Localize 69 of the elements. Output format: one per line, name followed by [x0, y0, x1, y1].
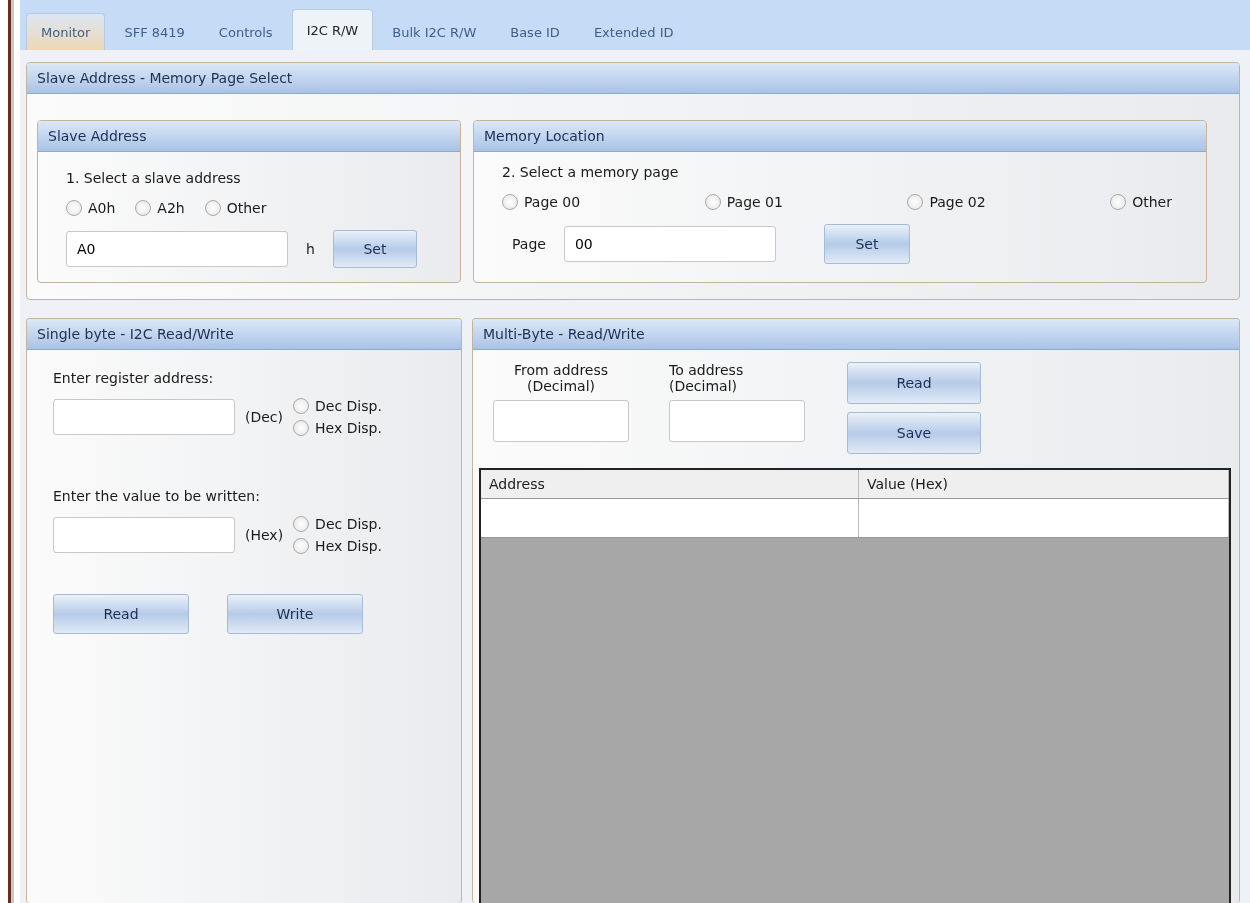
- radio-label: Dec Disp.: [315, 398, 382, 414]
- group-header: Single byte - I2C Read/Write: [27, 319, 461, 350]
- radio-label: A2h: [157, 200, 185, 216]
- field-label: Enter register address:: [53, 370, 215, 386]
- set-button[interactable]: Set: [823, 224, 910, 264]
- read-button[interactable]: Read: [847, 362, 981, 404]
- radio-label: Page 00: [524, 194, 581, 210]
- instruction-text: 1. Select a slave address: [66, 170, 242, 186]
- radio-circle[interactable]: [293, 538, 310, 554]
- radio-button[interactable]: A0h: [66, 200, 116, 216]
- from-address-field[interactable]: [493, 400, 629, 442]
- radio-label: Dec Disp.: [315, 516, 382, 532]
- group-header: Multi-Byte - Read/Write: [473, 319, 1239, 350]
- radio-button[interactable]: Other: [1110, 194, 1172, 210]
- radio-button[interactable]: A2h: [135, 200, 185, 216]
- radio-button[interactable]: Page 00: [502, 194, 581, 210]
- radio-circle[interactable]: [204, 200, 221, 216]
- radio-circle[interactable]: [293, 398, 309, 414]
- group-header: Memory Location: [474, 121, 1206, 152]
- unit-label: (Hex): [245, 527, 284, 543]
- radio-circle[interactable]: [502, 194, 518, 210]
- radio-button[interactable]: Hex Disp.: [293, 538, 383, 554]
- address-field[interactable]: A0: [66, 231, 288, 267]
- radio-label: A0h: [88, 200, 116, 216]
- field-label: Page: [512, 236, 546, 252]
- tab[interactable]: SFF 8419: [109, 13, 200, 50]
- field-label: From address (Decimal): [512, 362, 610, 394]
- field-label: Enter the value to be written:: [53, 488, 261, 504]
- radio-button[interactable]: Other: [204, 200, 267, 216]
- set-button[interactable]: Set: [332, 230, 417, 268]
- input-field[interactable]: [53, 399, 235, 435]
- radio-button[interactable]: Hex Disp.: [293, 420, 382, 436]
- tab[interactable]: Base ID: [495, 13, 575, 50]
- radio-circle[interactable]: [1110, 194, 1127, 210]
- radio-label: Hex Disp.: [315, 420, 382, 436]
- radio-button[interactable]: Page 01: [704, 194, 783, 210]
- tab[interactable]: I2C R/W: [291, 9, 374, 50]
- instruction-text: 2. Select a memory page: [502, 164, 680, 180]
- write-button[interactable]: Write: [227, 594, 363, 634]
- radio-circle[interactable]: [66, 200, 82, 216]
- radio-circle[interactable]: [907, 194, 924, 210]
- radio-button[interactable]: Dec Disp.: [293, 398, 382, 414]
- column-header: Address: [481, 470, 859, 498]
- radio-button[interactable]: Page 02: [907, 194, 986, 210]
- radio-circle[interactable]: [293, 420, 309, 436]
- group-header: Slave Address: [38, 121, 460, 152]
- tab[interactable]: Controls: [203, 13, 288, 50]
- column-header: Value (Hex): [859, 470, 1229, 498]
- radio-label: Other: [1132, 194, 1172, 210]
- group-header: Slave Address - Memory Page Select: [27, 63, 1239, 94]
- page-field[interactable]: 00: [563, 226, 776, 262]
- input-field[interactable]: [53, 517, 235, 553]
- read-button[interactable]: Read: [53, 594, 189, 634]
- radio-circle[interactable]: [135, 200, 152, 216]
- radio-label: Page 02: [929, 194, 986, 210]
- unit-label: (Dec): [245, 409, 283, 425]
- unit-label: h: [306, 241, 315, 257]
- radio-circle[interactable]: [704, 194, 721, 210]
- radio-button[interactable]: Dec Disp.: [293, 516, 383, 532]
- save-button[interactable]: Save: [847, 412, 981, 454]
- radio-circle[interactable]: [293, 516, 310, 532]
- field-label: To address (Decimal): [669, 362, 745, 394]
- tab[interactable]: Bulk I2C R/W: [377, 13, 492, 50]
- radio-label: Other: [226, 200, 267, 216]
- to-address-field[interactable]: [669, 400, 805, 442]
- tab[interactable]: Extended ID: [578, 13, 689, 50]
- radio-label: Hex Disp.: [315, 538, 383, 554]
- tab[interactable]: Monitor: [26, 13, 106, 50]
- radio-label: Page 01: [726, 194, 783, 210]
